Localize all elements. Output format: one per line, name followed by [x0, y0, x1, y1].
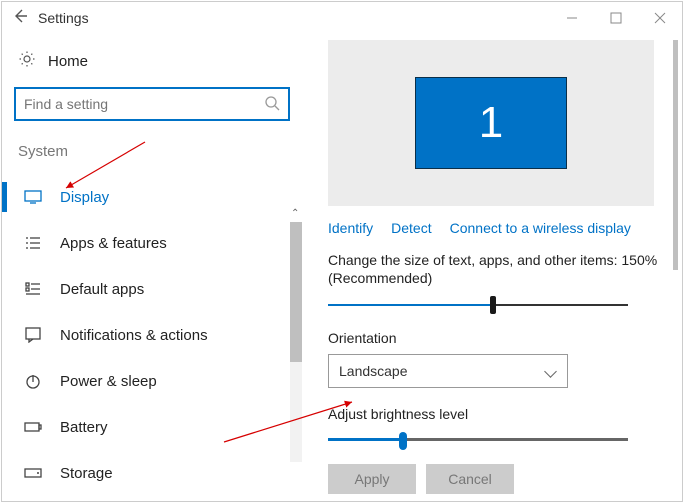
detect-link[interactable]: Detect: [391, 220, 431, 236]
scale-slider[interactable]: [328, 296, 628, 314]
scale-sub-label: (Recommended): [328, 270, 662, 286]
sidebar-item-default-apps[interactable]: Default apps: [14, 266, 294, 312]
sidebar-home[interactable]: Home: [14, 46, 294, 87]
sidebar-item-notifications[interactable]: Notifications & actions: [14, 312, 294, 358]
content-scrollbar[interactable]: [673, 40, 678, 270]
sidebar-item-label: Display: [60, 189, 109, 206]
sidebar-scrollbar-thumb[interactable]: [290, 222, 302, 362]
search-input[interactable]: [14, 87, 290, 121]
sidebar-item-label: Notifications & actions: [60, 327, 208, 344]
brightness-label: Adjust brightness level: [328, 406, 662, 422]
slider-track-active: [328, 304, 493, 306]
sidebar-item-battery[interactable]: Battery: [14, 404, 294, 450]
display-links: Identify Detect Connect to a wireless di…: [328, 220, 662, 236]
maximize-button[interactable]: [594, 2, 638, 34]
power-icon: [24, 373, 42, 389]
sidebar-item-label: Power & sleep: [60, 373, 157, 390]
close-icon: [654, 12, 666, 24]
slider-track-active: [328, 438, 403, 441]
sidebar-item-storage[interactable]: Storage: [14, 450, 294, 496]
close-button[interactable]: [638, 2, 682, 34]
content-pane: 1 Identify Detect Connect to a wireless …: [302, 34, 682, 501]
back-arrow-icon: [12, 8, 28, 24]
sidebar-item-label: Battery: [60, 419, 108, 436]
brightness-slider[interactable]: [328, 430, 628, 450]
cancel-button[interactable]: Cancel: [426, 464, 514, 494]
sidebar-item-display[interactable]: Display: [14, 174, 294, 220]
orientation-select[interactable]: Landscape: [328, 354, 568, 388]
display-preview: 1: [328, 40, 654, 206]
search-icon: [264, 95, 280, 116]
minimize-icon: [566, 12, 578, 24]
sidebar-nav: Display Apps & features Default apps Not…: [14, 174, 294, 496]
sidebar-item-label: Storage: [60, 465, 113, 482]
sidebar-scrollbar[interactable]: ⌃: [290, 222, 302, 462]
titlebar: Settings: [2, 2, 682, 34]
storage-icon: [24, 467, 42, 479]
gear-icon: [18, 50, 36, 73]
sidebar-item-label: Default apps: [60, 281, 144, 298]
window-controls: [550, 2, 682, 34]
slider-track-inactive: [493, 304, 628, 306]
orientation-value: Landscape: [339, 363, 408, 379]
identify-link[interactable]: Identify: [328, 220, 373, 236]
sidebar-item-power-sleep[interactable]: Power & sleep: [14, 358, 294, 404]
apply-button[interactable]: Apply: [328, 464, 416, 494]
slider-thumb[interactable]: [399, 432, 407, 450]
home-label: Home: [48, 53, 88, 70]
sidebar: Home System Display Apps & features: [2, 34, 302, 501]
slider-track-inactive: [403, 438, 628, 441]
display-icon: [24, 190, 42, 204]
orientation-label: Orientation: [328, 330, 662, 346]
list-icon: [24, 236, 42, 250]
sidebar-item-apps-features[interactable]: Apps & features: [14, 220, 294, 266]
scroll-up-icon: ⌃: [291, 208, 299, 219]
wireless-display-link[interactable]: Connect to a wireless display: [450, 220, 631, 236]
settings-window: Settings Home System: [1, 1, 683, 502]
back-button[interactable]: [2, 8, 38, 29]
battery-icon: [24, 421, 42, 433]
monitor-1[interactable]: 1: [415, 77, 567, 169]
sidebar-section-header: System: [18, 143, 294, 160]
slider-thumb[interactable]: [490, 296, 496, 314]
notifications-icon: [24, 327, 42, 343]
default-apps-icon: [24, 282, 42, 296]
scale-label: Change the size of text, apps, and other…: [328, 252, 662, 268]
window-title: Settings: [38, 10, 89, 26]
minimize-button[interactable]: [550, 2, 594, 34]
sidebar-item-label: Apps & features: [60, 235, 167, 252]
maximize-icon: [610, 12, 622, 24]
button-row: Apply Cancel: [328, 464, 662, 494]
